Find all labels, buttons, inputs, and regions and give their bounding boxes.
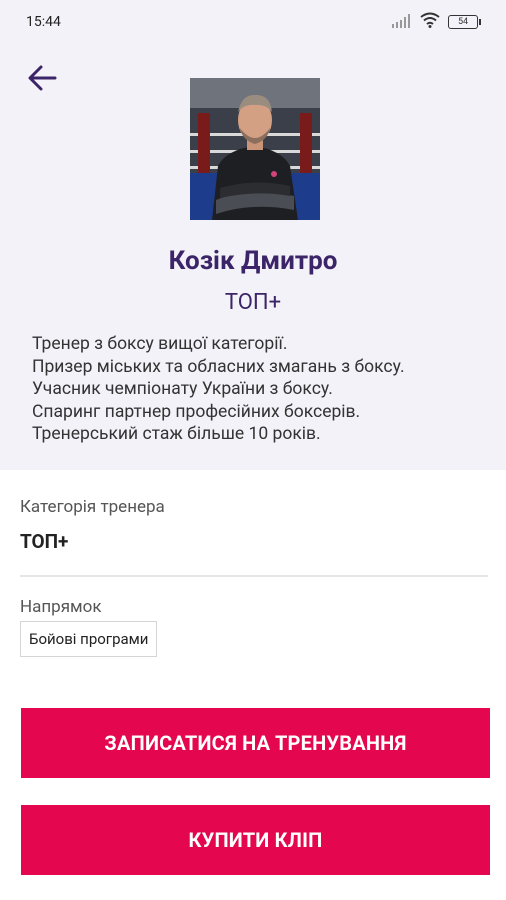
trainer-level: ТОП+	[224, 290, 282, 315]
divider	[20, 575, 488, 577]
direction-label: Напрямок	[20, 597, 102, 617]
bio-line: Учасник чемпіонату України з боксу.	[32, 379, 333, 399]
battery-icon: 54	[448, 15, 481, 29]
category-label: Категорія тренера	[20, 497, 165, 517]
trainer-photo	[190, 78, 320, 220]
bio-line: Спаринг партнер професійних боксерів.	[32, 401, 361, 422]
wifi-icon	[420, 12, 440, 32]
trainer-name: Козік Дмитро	[168, 246, 338, 276]
signal-icon	[392, 13, 412, 32]
category-value: ТОП+	[20, 530, 69, 553]
direction-chip[interactable]: Бойові програми	[20, 621, 158, 657]
bio-line: Тренер з боксу вищої категорії.	[32, 334, 288, 354]
back-button[interactable]	[20, 58, 64, 102]
status-icons: 54	[392, 12, 481, 32]
status-time: 15:44	[26, 14, 61, 30]
arrow-left-icon	[27, 65, 57, 95]
trainer-header: 15:44 54 Козік Дмитро ТОП+ Тренер з бокс…	[0, 0, 506, 470]
book-training-button[interactable]: ЗАПИСАТИСЯ НА ТРЕНУВАННЯ	[21, 708, 490, 778]
trainer-bio: Тренер з боксу вищої категорії. Призер м…	[32, 333, 492, 446]
bio-line: Тренерський стаж більше 10 років.	[32, 424, 321, 444]
status-bar: 15:44 54	[0, 0, 506, 44]
bio-line: Призер міських та обласних змагань з бок…	[32, 356, 405, 377]
buy-clip-button[interactable]: КУПИТИ КЛІП	[21, 805, 490, 875]
